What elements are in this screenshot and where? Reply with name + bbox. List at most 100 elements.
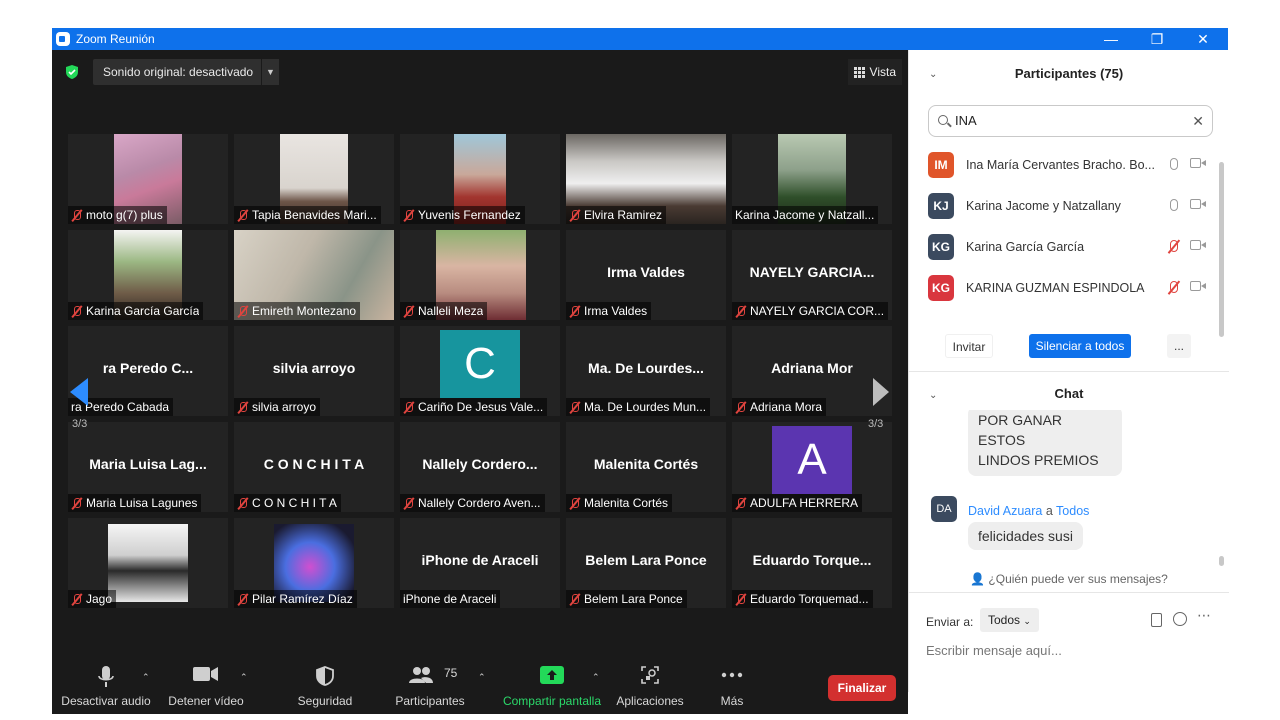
tile-name: Yuvenis Fernandez <box>418 208 521 222</box>
title-bar: Zoom Reunión — ❐ ✕ <box>52 28 1228 50</box>
video-tile[interactable]: C O N C H I T A C O N C H I T A <box>234 422 394 512</box>
video-tile[interactable]: A ADULFA HERRERA <box>732 422 892 512</box>
participant-row[interactable]: KG KARINA GUZMAN ESPINDOLA <box>928 267 1218 308</box>
close-icon[interactable]: ✕ <box>1180 28 1226 50</box>
participants-count-badge: 75 <box>444 666 458 680</box>
participants-button[interactable]: 75 Participantes <box>390 642 470 714</box>
video-tile[interactable]: Elvira Ramirez <box>566 134 726 224</box>
participant-name: Karina Jacome y Natzallany <box>966 198 1121 213</box>
next-page-arrow-icon[interactable] <box>873 378 889 406</box>
participants-title: Participantes (75) <box>1014 66 1124 81</box>
chat-scrollbar[interactable] <box>1219 556 1224 566</box>
sound-dropdown-chevron-icon[interactable]: ▼ <box>261 59 279 85</box>
chevron-down-icon: ⌄ <box>1023 616 1031 626</box>
tile-name: Pilar Ramírez Díaz <box>252 592 353 606</box>
camera-icon[interactable] <box>1190 199 1206 209</box>
share-screen-label: Compartir pantalla <box>502 694 602 708</box>
minimize-icon[interactable]: — <box>1088 28 1134 50</box>
camera-icon[interactable] <box>1190 158 1206 168</box>
video-tile[interactable]: Nallely Cordero... Nallely Cordero Aven..… <box>400 422 560 512</box>
camera-icon[interactable] <box>1190 240 1206 250</box>
video-tile[interactable]: Adriana Mor Adriana Mora <box>732 326 892 416</box>
mute-all-button[interactable]: Silenciar a todos <box>1029 334 1131 358</box>
who-can-see-link[interactable]: 👤 ¿Quién puede ver sus mensajes? <box>909 572 1229 586</box>
panel-divider <box>909 371 1229 372</box>
muted-mic-icon <box>735 593 747 606</box>
emoji-icon[interactable] <box>1173 612 1187 626</box>
more-button[interactable]: Más <box>702 642 762 714</box>
video-tile[interactable]: Emireth Montezano <box>234 230 394 320</box>
invite-button[interactable]: Invitar <box>945 334 993 358</box>
tile-name: Eduardo Torquemad... <box>750 592 869 606</box>
chat-message: felicidades susi <box>968 522 1083 550</box>
video-tile[interactable]: Ma. De Lourdes... Ma. De Lourdes Mun... <box>566 326 726 416</box>
video-tile[interactable]: Tapia Benavides Mari... <box>234 134 394 224</box>
shield-check-icon[interactable] <box>64 64 80 80</box>
video-tile[interactable]: iPhone de Araceli iPhone de Araceli <box>400 518 560 608</box>
tile-name: Adriana Mora <box>750 400 823 414</box>
participant-name: Ina María Cervantes Bracho. Bo... <box>966 157 1155 172</box>
tile-name-bar: Maria Luisa Lagunes <box>68 494 202 512</box>
participants-options-chevron-icon[interactable]: ⌃ <box>478 672 486 683</box>
previous-page-arrow-icon[interactable] <box>70 378 88 406</box>
participant-search-input[interactable]: INA ✕ <box>928 105 1213 137</box>
muted-mic-icon <box>569 497 581 510</box>
video-tile[interactable]: Maria Luisa Lag... Maria Luisa Lagunes <box>68 422 228 512</box>
end-meeting-button[interactable]: Finalizar <box>828 675 896 701</box>
stop-video-button[interactable]: Detener vídeo <box>164 642 248 714</box>
audio-options-chevron-icon[interactable]: ⌃ <box>142 672 150 683</box>
avatar-letter: A <box>772 426 852 494</box>
tile-display-name: Malenita Cortés <box>593 456 699 472</box>
file-icon[interactable] <box>1151 613 1162 627</box>
tile-name: Belem Lara Ponce <box>584 592 683 606</box>
participants-more-button[interactable]: ... <box>1167 334 1191 358</box>
video-tile[interactable]: Belem Lara Ponce Belem Lara Ponce <box>566 518 726 608</box>
clear-search-icon[interactable]: ✕ <box>1192 106 1204 136</box>
muted-mic-icon[interactable] <box>1170 281 1178 293</box>
share-options-chevron-icon[interactable]: ⌃ <box>592 672 600 683</box>
participant-row[interactable]: IM Ina María Cervantes Bracho. Bo... <box>928 144 1218 185</box>
muted-mic-icon[interactable] <box>1170 240 1178 252</box>
video-tile[interactable]: Jago <box>68 518 228 608</box>
participant-row[interactable]: KG Karina García García <box>928 226 1218 267</box>
restore-icon[interactable]: ❐ <box>1134 28 1180 50</box>
video-tile[interactable]: Nalleli Meza <box>400 230 560 320</box>
share-screen-button[interactable]: Compartir pantalla <box>500 642 604 714</box>
apps-button[interactable]: Aplicaciones <box>610 642 690 714</box>
muted-mic-icon <box>71 593 83 606</box>
share-screen-icon <box>540 666 564 684</box>
chat-message-input[interactable]: Escribir mensaje aquí... <box>926 643 1062 658</box>
tile-display-name: NAYELY GARCIA... <box>749 264 875 280</box>
video-tile[interactable]: Karina García García <box>68 230 228 320</box>
video-tile[interactable]: Pilar Ramírez Díaz <box>234 518 394 608</box>
more-label: Más <box>720 694 744 708</box>
video-tile[interactable]: Karina Jacome y Natzall... <box>732 134 892 224</box>
video-tile[interactable]: moto g(7) plus <box>68 134 228 224</box>
view-button[interactable]: Vista <box>847 59 902 85</box>
video-tile[interactable]: Malenita Cortés Malenita Cortés <box>566 422 726 512</box>
video-tile[interactable]: Irma Valdes Irma Valdes <box>566 230 726 320</box>
video-tile[interactable]: NAYELY GARCIA... NAYELY GARCIA COR... <box>732 230 892 320</box>
original-sound-button[interactable]: Sonido original: desactivado <box>93 59 264 85</box>
video-options-chevron-icon[interactable]: ⌃ <box>240 672 248 683</box>
camera-icon[interactable] <box>1190 281 1206 291</box>
person-lock-icon: 👤 <box>970 572 986 586</box>
send-to-dropdown[interactable]: Todos ⌄ <box>980 608 1039 632</box>
video-tile[interactable]: ra Peredo C... ra Peredo Cabada <box>68 326 228 416</box>
video-tile[interactable]: silvia arroyo silvia arroyo <box>234 326 394 416</box>
tile-name: iPhone de Araceli <box>403 592 497 606</box>
video-tile[interactable]: C Cariño De Jesus Vale... <box>400 326 560 416</box>
participant-row-partial <box>928 308 1218 314</box>
video-tile[interactable]: Yuvenis Fernandez <box>400 134 560 224</box>
mute-audio-button[interactable]: Desactivar audio <box>60 642 152 714</box>
participants-scrollbar[interactable] <box>1219 162 1224 337</box>
mic-icon[interactable] <box>1170 199 1178 211</box>
video-tile[interactable]: Eduardo Torque... Eduardo Torquemad... <box>732 518 892 608</box>
mic-icon[interactable] <box>1170 158 1178 170</box>
tile-name: ADULFA HERRERA <box>750 496 859 510</box>
tile-display-name: Ma. De Lourdes... <box>588 360 704 376</box>
chat-more-icon[interactable]: ⋯ <box>1197 607 1211 624</box>
tile-name-bar: Irma Valdes <box>566 302 652 320</box>
security-button[interactable]: Seguridad <box>288 642 362 714</box>
participant-row[interactable]: KJ Karina Jacome y Natzallany <box>928 185 1218 226</box>
